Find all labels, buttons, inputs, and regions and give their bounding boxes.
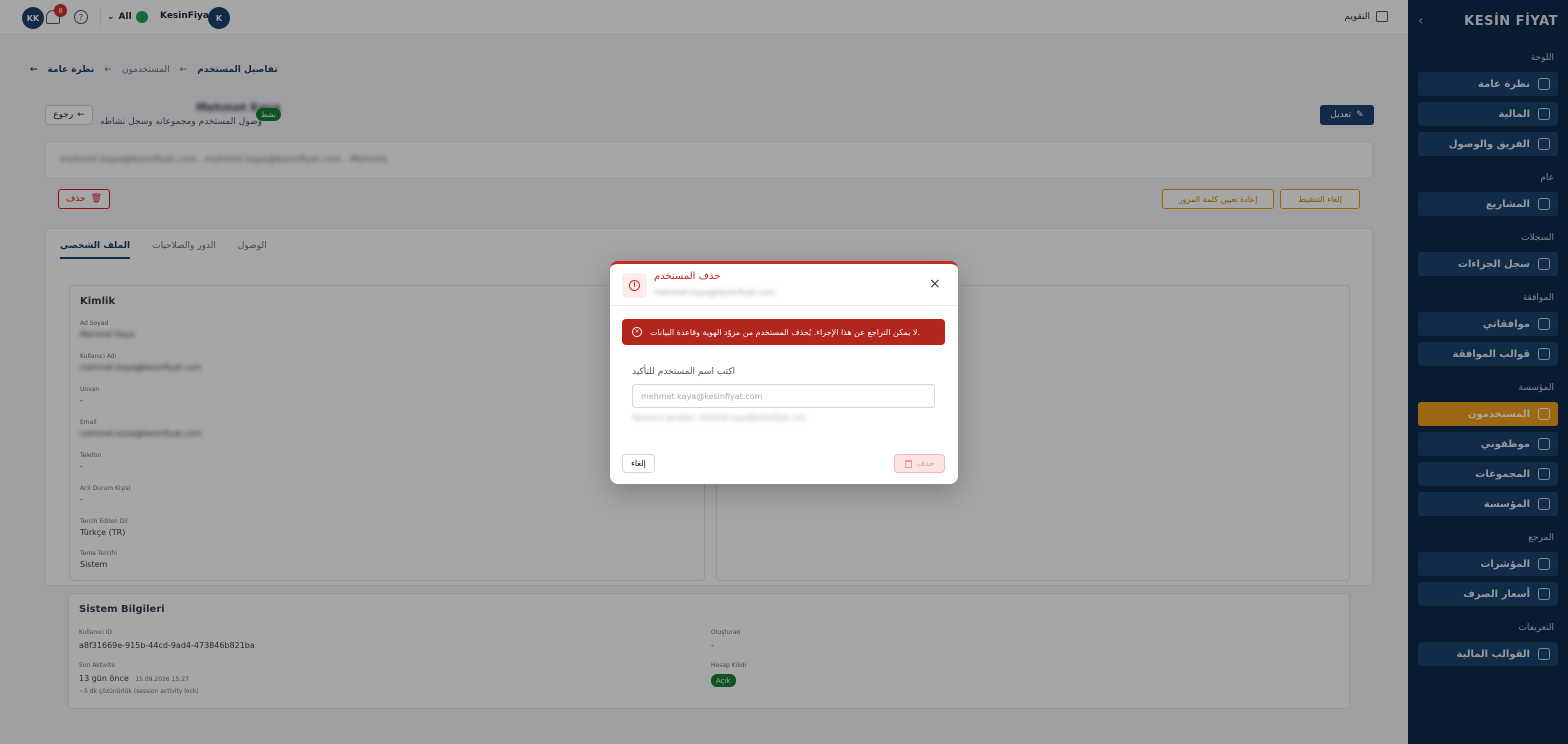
- error-icon: ×: [632, 327, 642, 337]
- confirm-hint: Yazmanız gereken: mehmet.kaya@kesinfiyat…: [632, 414, 806, 422]
- alert-text: لا يمكن التراجع عن هذا الإجراء. يُحذف ال…: [650, 327, 921, 337]
- cancel-button[interactable]: إلغاء: [622, 454, 655, 473]
- confirm-label: اكتب اسم المستخدم للتأكيد: [632, 367, 736, 377]
- warning-icon: !: [622, 273, 647, 298]
- confirm-delete-button[interactable]: حذف: [894, 454, 945, 473]
- dialog-title: حذف المستخدم: [654, 271, 721, 282]
- confirm-delete-label: حذف: [916, 459, 935, 468]
- confirm-username-input[interactable]: [632, 384, 935, 408]
- trash-icon: [904, 459, 912, 468]
- dialog-subtitle: mehmet.kaya@kesinfiyat.com: [654, 288, 776, 297]
- danger-alert: × لا يمكن التراجع عن هذا الإجراء. يُحذف …: [622, 319, 945, 345]
- close-icon[interactable]: ×: [929, 277, 941, 291]
- dialog-header: ! حذف المستخدم mehmet.kaya@kesinfiyat.co…: [610, 264, 958, 306]
- delete-user-dialog: ! حذف المستخدم mehmet.kaya@kesinfiyat.co…: [610, 261, 958, 484]
